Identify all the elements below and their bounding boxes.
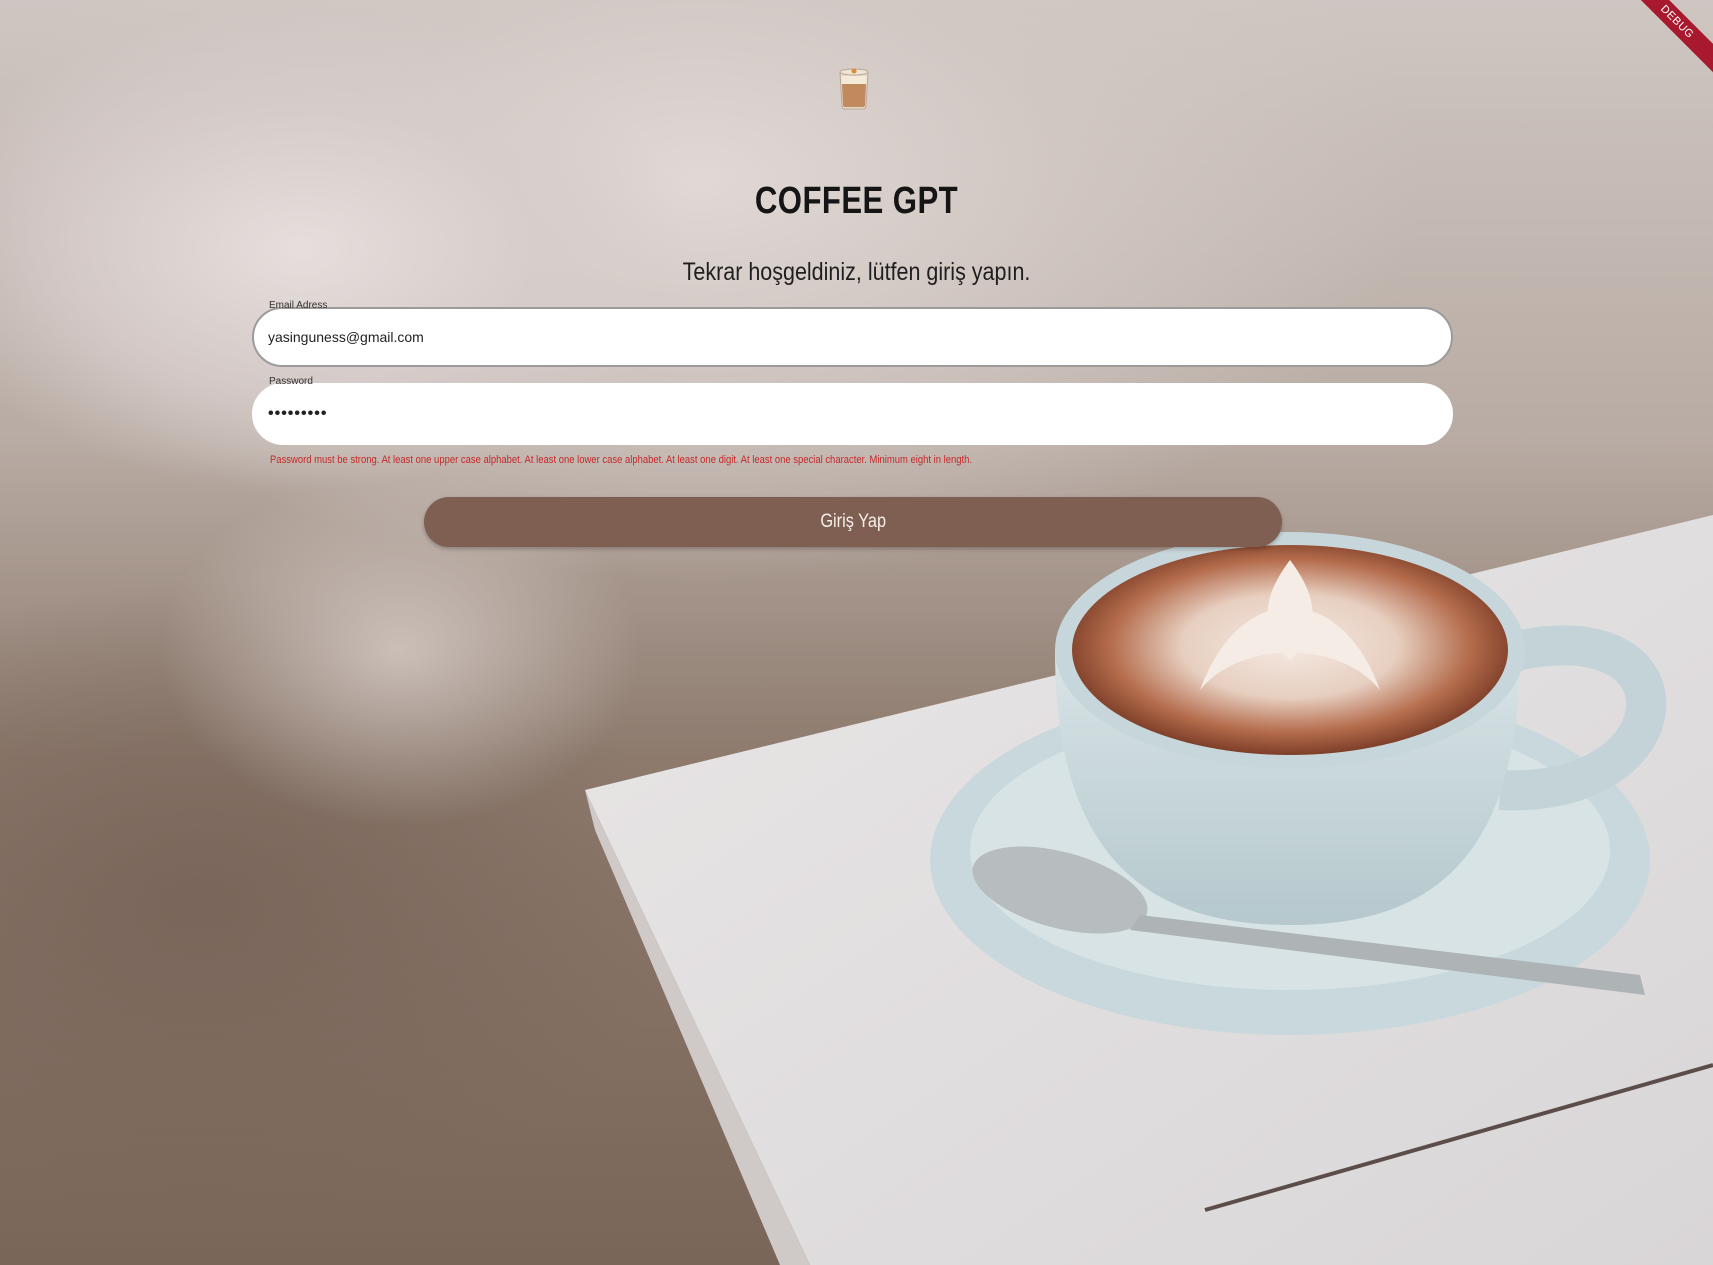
login-button[interactable]: Giriş Yap [424,497,1282,547]
password-error-message: Password must be strong. At least one up… [270,454,973,466]
password-input[interactable]: ••••••••• [268,385,327,443]
email-field[interactable]: Email Adress yasinguness@gmail.com [252,300,1453,367]
login-button-label: Giriş Yap [820,511,886,532]
email-input[interactable]: yasinguness@gmail.com [268,309,424,365]
login-subtitle: Tekrar hoşgeldiniz, lütfen giriş yapın. [682,258,1031,286]
coffee-cup-icon [839,68,869,110]
debug-banner: DEBUG [1620,0,1713,79]
app-title: COFFEE GPT [754,180,959,222]
password-field[interactable]: Password ••••••••• [252,376,1453,445]
